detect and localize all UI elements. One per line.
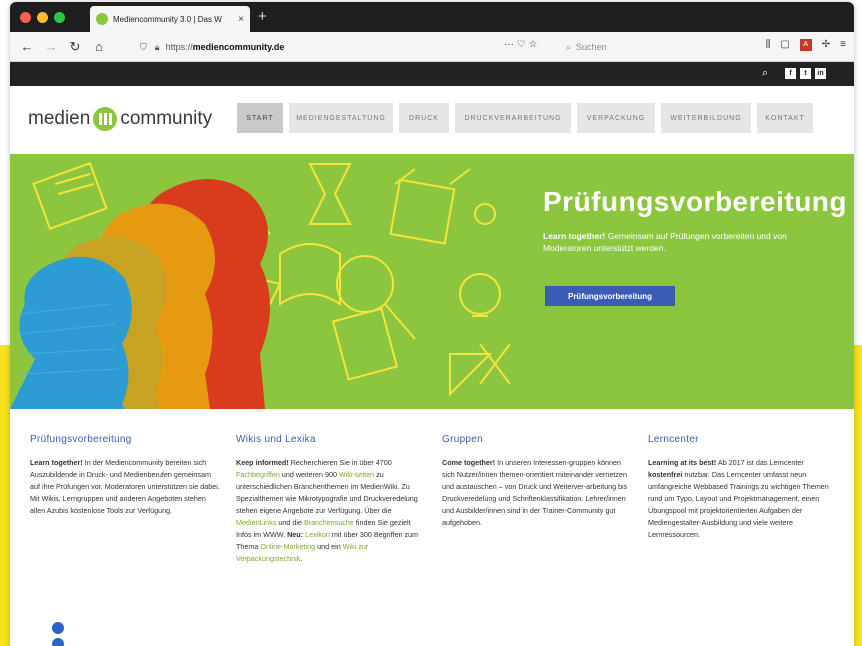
toolbar-icons: ⫼ ▢ A ✢ ≡ (766, 39, 846, 51)
page-actions[interactable]: ··· ♡ ☆ (504, 39, 537, 50)
hero-title: Prüfungsvorbereitung (543, 186, 848, 217)
nav-kontakt[interactable]: Kontakt (757, 103, 813, 133)
search-placeholder: Suchen (576, 42, 607, 52)
extension-icon[interactable]: ✢ (822, 39, 830, 51)
column-pruefungsvorbereitung: Prüfungsvorbereitung Learn together! In … (30, 434, 220, 517)
nav-verpackung[interactable]: Verpackung (577, 103, 655, 133)
nav-druckverarbeitung[interactable]: Druckverarbeitung (455, 103, 571, 133)
site-logo[interactable]: medien community (28, 107, 212, 131)
twitter-icon[interactable]: t (800, 68, 811, 79)
search-icon: ⌕ (566, 41, 572, 52)
site-search-icon[interactable]: ⌕ (762, 67, 768, 80)
zoom-window-button[interactable] (54, 12, 65, 23)
library-icon[interactable]: ⫼ (766, 39, 771, 51)
sidebar-icon[interactable]: ▢ (780, 39, 789, 51)
hero-banner: Prüfungsvorbereitung Learn together! Gem… (10, 154, 854, 409)
url-text: https://mediencommunity.de (165, 42, 285, 52)
back-icon[interactable]: ← (20, 39, 34, 54)
main-nav: Start Mediengestaltung Druck Druckverarb… (237, 103, 813, 133)
home-icon[interactable]: ⌂ (92, 39, 106, 54)
linkedin-icon[interactable]: in (815, 68, 826, 79)
browser-window: Mediencommunity 3.0 | Das W × + ← → ↻ ⌂ … (10, 2, 854, 646)
link-wikiseiten[interactable]: Wiki-seiten (339, 470, 374, 479)
nav-weiterbildung[interactable]: Weiterbildung (661, 103, 751, 133)
close-window-button[interactable] (20, 12, 31, 23)
browser-tab[interactable]: Mediencommunity 3.0 | Das W × (90, 6, 250, 32)
column-text: Keep informed! Recherchieren Sie in über… (236, 458, 419, 563)
minimize-window-button[interactable] (37, 12, 48, 23)
url-bar[interactable]: ⛉ 🔒︎ https://mediencommunity.de (140, 37, 560, 57)
pdf-extension-icon[interactable]: A (799, 39, 812, 51)
logo-mark-icon (93, 107, 118, 131)
lock-icon: 🔒︎ (154, 41, 160, 52)
browser-navbar: ← → ↻ ⌂ ⛉ 🔒︎ https://mediencommunity.de … (10, 32, 854, 62)
nav-mediengestaltung[interactable]: Mediengestaltung (289, 103, 393, 133)
column-title[interactable]: Gruppen (442, 434, 632, 445)
forward-icon[interactable]: → (44, 39, 58, 54)
nav-start[interactable]: Start (237, 103, 283, 133)
decorative-dot (52, 622, 64, 634)
column-title[interactable]: Lerncenter (648, 434, 838, 445)
link-medienlinks[interactable]: MedienLinks (236, 518, 276, 527)
facebook-icon[interactable]: f (785, 68, 796, 79)
tab-close-button[interactable]: × (238, 14, 244, 25)
column-text: Learning at its best! Ab 2017 ist das Le… (648, 458, 829, 539)
decorative-dot (52, 638, 64, 646)
column-title[interactable]: Wikis und Lexika (236, 434, 426, 445)
link-lexikon[interactable]: Lexikon (305, 530, 330, 539)
search-bar[interactable]: ⌕ Suchen (566, 38, 726, 56)
logo-text-left: medien (28, 108, 91, 129)
hero-cta-button[interactable]: Prüfungsvorbereitung (545, 286, 675, 306)
logo-text-right: community (120, 108, 213, 129)
column-wikis: Wikis und Lexika Keep informed! Recherch… (236, 434, 426, 565)
link-fachbegriffe[interactable]: Fachbegriffen (236, 470, 280, 479)
column-lerncenter: Lerncenter Learning at its best! Ab 2017… (648, 434, 838, 541)
link-online-marketing[interactable]: Online-Marketing (260, 542, 315, 551)
shield-icon: ⛉ (140, 41, 147, 52)
reload-icon[interactable]: ↻ (68, 39, 82, 55)
favicon-icon (96, 13, 108, 25)
tab-title: Mediencommunity 3.0 | Das W (113, 14, 222, 24)
site-topbar: ⌕ f t in (10, 62, 854, 86)
column-text: Learn together! In der Mediencommunity b… (30, 458, 220, 515)
browser-titlebar: Mediencommunity 3.0 | Das W × + (10, 2, 854, 32)
link-branchensuche[interactable]: Branchensuche (304, 518, 354, 527)
column-text: Come together! In unseren Interessen-gru… (442, 458, 628, 527)
content-section: Prüfungsvorbereitung Learn together! In … (10, 409, 854, 646)
new-tab-button[interactable]: + (258, 8, 267, 25)
site-header: medien community Start Mediengestaltung … (10, 86, 854, 154)
menu-icon[interactable]: ≡ (840, 39, 846, 51)
column-gruppen: Gruppen Come together! In unseren Intere… (442, 434, 632, 529)
nav-druck[interactable]: Druck (399, 103, 449, 133)
hero-text: Learn together! Gemeinsam auf Prüfungen … (543, 231, 787, 253)
column-title[interactable]: Prüfungsvorbereitung (30, 434, 220, 445)
hero-illustration (10, 161, 511, 409)
